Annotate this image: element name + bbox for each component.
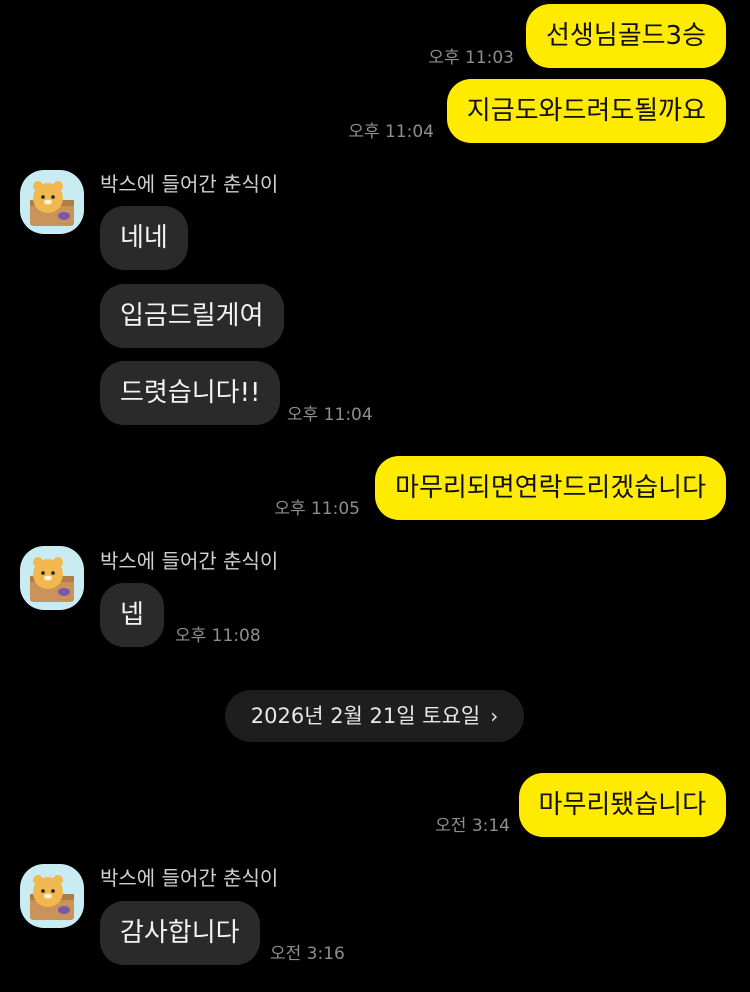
my-message-bubble[interactable]: 지금도와드려도될까요 — [446, 79, 726, 143]
message-time: 오전 3:16 — [270, 944, 345, 964]
choonsik-avatar-icon — [30, 875, 74, 920]
sender-name: 박스에 들어간 춘식이 — [100, 866, 279, 890]
message-time: 오후 11:04 — [287, 405, 373, 425]
message-time: 오전 3:14 — [435, 816, 510, 836]
my-message-bubble[interactable]: 마무리되면연락드리겠습니다 — [375, 456, 726, 520]
their-message-bubble[interactable]: 드렷습니다!! — [100, 361, 281, 425]
chevron-right-icon: › — [490, 704, 499, 728]
contact-avatar[interactable] — [20, 546, 84, 610]
my-message-bubble[interactable]: 선생님골드3승 — [525, 4, 726, 68]
message-time: 오후 11:08 — [175, 626, 261, 646]
contact-avatar[interactable] — [20, 170, 84, 234]
choonsik-avatar-icon — [30, 181, 74, 226]
message-time: 오후 11:05 — [274, 499, 360, 519]
message-time: 오후 11:03 — [428, 48, 514, 68]
their-message-bubble[interactable]: 감사합니다 — [100, 901, 260, 965]
choonsik-avatar-icon — [30, 557, 74, 602]
their-message-bubble[interactable]: 입금드릴게여 — [100, 284, 284, 348]
date-separator[interactable]: 2026년 2월 21일 토요일 › — [225, 690, 524, 742]
contact-avatar[interactable] — [20, 864, 84, 928]
their-message-bubble[interactable]: 넵 — [100, 583, 164, 647]
date-separator-label: 2026년 2월 21일 토요일 — [250, 704, 481, 728]
message-time: 오후 11:04 — [348, 122, 434, 142]
sender-name: 박스에 들어간 춘식이 — [100, 549, 279, 573]
my-message-bubble[interactable]: 마무리됐습니다 — [518, 773, 726, 837]
their-message-bubble[interactable]: 네네 — [100, 206, 188, 270]
sender-name: 박스에 들어간 춘식이 — [100, 172, 279, 196]
